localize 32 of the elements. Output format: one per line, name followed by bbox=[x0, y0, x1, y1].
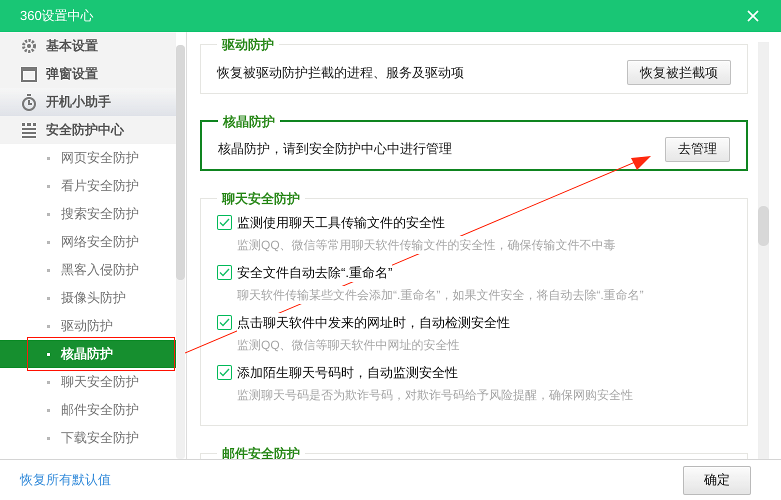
wall-icon bbox=[21, 122, 37, 138]
timer-icon bbox=[21, 94, 37, 110]
checkbox[interactable] bbox=[217, 364, 232, 380]
gear-icon bbox=[21, 38, 37, 54]
group-title: 核晶防护 bbox=[222, 112, 276, 130]
action-button[interactable]: 恢复被拦截项 bbox=[627, 60, 731, 85]
close-button[interactable] bbox=[745, 8, 761, 24]
sidebar-item[interactable]: 弹窗设置 bbox=[0, 60, 176, 88]
checkbox[interactable] bbox=[217, 264, 232, 280]
restore-defaults-link[interactable]: 恢复所有默认值 bbox=[20, 470, 111, 490]
group-description: 核晶防护，请到安全防护中心中进行管理 bbox=[218, 140, 452, 158]
option-hint: 监测聊天号码是否为欺诈号码，对欺诈号码给予风险提醒，确保网购安全性 bbox=[237, 386, 633, 404]
sidebar-item[interactable]: 基本设置 bbox=[0, 32, 176, 60]
scrollbar-thumb[interactable] bbox=[758, 206, 769, 246]
group-title: 聊天安全防护 bbox=[220, 190, 301, 208]
checkbox[interactable] bbox=[217, 214, 232, 230]
option-label: 安全文件自动去除“.重命名” bbox=[237, 262, 392, 282]
action-button[interactable]: 去管理 bbox=[665, 136, 730, 162]
sidebar-item[interactable]: 开机小助手 bbox=[0, 88, 176, 116]
option-label: 点击聊天软件中发来的网址时，自动检测安全性 bbox=[237, 312, 510, 332]
option-hint: 监测QQ、微信等常用聊天软件传输文件的安全性，确保传输文件不中毒 bbox=[237, 236, 616, 254]
window-title: 360设置中心 bbox=[20, 7, 94, 26]
option-hint: 监测QQ、微信等聊天软件中网址的安全性 bbox=[237, 336, 460, 354]
checkbox[interactable] bbox=[217, 314, 232, 330]
group-description: 恢复被驱动防护拦截的进程、服务及驱动项 bbox=[217, 64, 464, 82]
sidebar-item[interactable]: 安全防护中心 bbox=[0, 116, 176, 144]
group-title: 驱动防护 bbox=[220, 36, 275, 54]
option-hint: 聊天软件传输某些文件会添加“.重命名”，如果文件安全，将自动去除“.重命名” bbox=[237, 286, 644, 304]
sidebar-subitem[interactable]: 核晶防护 bbox=[0, 340, 176, 368]
window-icon bbox=[21, 66, 37, 82]
scrollbar-thumb[interactable] bbox=[176, 45, 185, 280]
ok-button[interactable]: 确定 bbox=[683, 466, 751, 494]
